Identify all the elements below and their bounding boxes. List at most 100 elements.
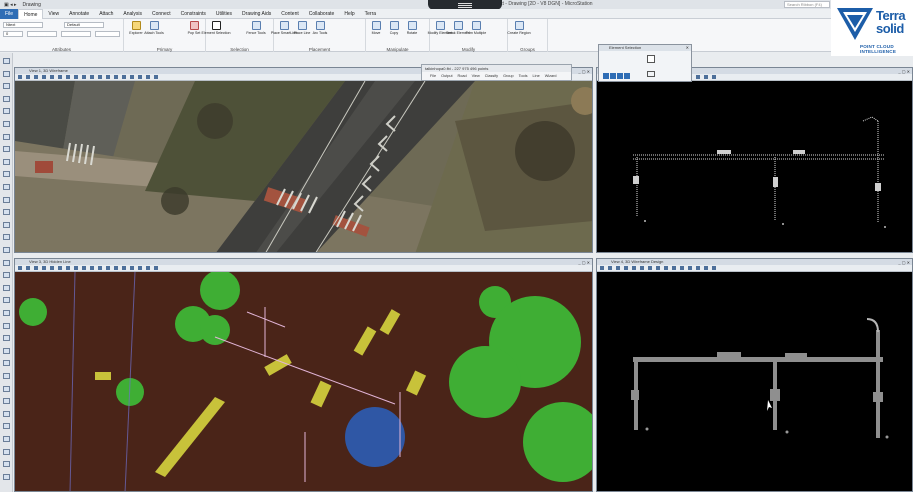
tool-icon[interactable] <box>3 436 10 442</box>
fence-tools-button[interactable]: Fence Tools <box>246 21 266 35</box>
view-tool-icon[interactable] <box>154 266 158 270</box>
tab-help[interactable]: Help <box>339 9 359 19</box>
view-tool-icon[interactable] <box>146 266 150 270</box>
view-tool-icon[interactable] <box>90 266 94 270</box>
terrascan-menu-output[interactable]: Output <box>441 72 452 80</box>
view-tool-icon[interactable] <box>122 75 126 79</box>
view-1[interactable]: View 1, 3D Wireframe _ ▢ ✕ <box>14 67 593 253</box>
attach-tools-button[interactable]: Attach Tools <box>144 21 164 35</box>
view-tool-icon[interactable] <box>122 266 126 270</box>
view-tool-icon[interactable] <box>114 75 118 79</box>
view-canvas[interactable] <box>597 81 912 252</box>
view-tool-icon[interactable] <box>50 75 54 79</box>
pop-set-button[interactable]: Pop Set <box>186 21 202 35</box>
individual-select-icon[interactable] <box>647 55 655 63</box>
view-tool-icon[interactable] <box>42 266 46 270</box>
select-options-icon[interactable] <box>647 71 655 77</box>
tool-icon[interactable] <box>3 398 10 405</box>
tool-icon[interactable] <box>3 158 10 165</box>
view-canvas[interactable] <box>15 81 592 252</box>
tab-attach[interactable]: Attach <box>94 9 118 19</box>
tool-icon[interactable] <box>3 259 10 266</box>
tab-drawing-aids[interactable]: Drawing Aids <box>237 9 276 19</box>
tool-icon[interactable] <box>3 171 10 178</box>
tool-icon[interactable] <box>3 146 10 153</box>
tool-icon[interactable] <box>3 209 10 216</box>
tool-icon[interactable] <box>3 133 10 140</box>
view-tool-icon[interactable] <box>154 75 158 79</box>
ribbon-search-input[interactable]: Search Ribbon (F4) <box>784 1 830 8</box>
tool-icon[interactable] <box>3 423 10 430</box>
element-selection-button[interactable]: Element Selection <box>202 21 230 35</box>
tab-analysis[interactable]: Analysis <box>118 9 147 19</box>
view-tool-icon[interactable] <box>58 266 62 270</box>
view-tool-icon[interactable] <box>34 75 38 79</box>
place-smartline-button[interactable]: Place SmartLine <box>271 21 297 35</box>
view-tool-icon[interactable] <box>82 266 86 270</box>
view-canvas[interactable] <box>597 272 912 491</box>
view-tool-icon[interactable] <box>42 75 46 79</box>
tool-icon[interactable] <box>3 347 10 354</box>
color-combo[interactable] <box>27 31 57 37</box>
tool-icon[interactable] <box>3 83 10 90</box>
view-tool-icon[interactable] <box>26 75 30 79</box>
tool-icon[interactable] <box>3 385 10 392</box>
tool-icon[interactable] <box>3 410 10 417</box>
workflow-selector[interactable]: Drawing <box>23 2 41 8</box>
explorer-button[interactable]: Explorer <box>128 21 144 35</box>
tab-utilities[interactable]: Utilities <box>211 9 237 19</box>
tool-icon[interactable] <box>3 272 10 279</box>
view-tool-icon[interactable] <box>74 75 78 79</box>
tool-icon[interactable] <box>3 335 10 342</box>
transparency-combo[interactable] <box>95 31 120 37</box>
copy-button[interactable]: Copy <box>386 21 402 35</box>
terrascan-menu-group[interactable]: Group <box>503 72 514 80</box>
tool-icon[interactable] <box>3 184 10 190</box>
view-tool-icon[interactable] <box>712 266 716 270</box>
view-tool-icon[interactable] <box>664 266 668 270</box>
view-toolbar[interactable] <box>597 265 912 272</box>
view-tool-icon[interactable] <box>704 266 708 270</box>
view-tool-icon[interactable] <box>98 75 102 79</box>
tab-view[interactable]: View <box>43 9 64 19</box>
tool-icon[interactable] <box>3 234 10 241</box>
view-tool-icon[interactable] <box>696 75 700 79</box>
view-tool-icon[interactable] <box>648 266 652 270</box>
view-tool-icon[interactable] <box>704 75 708 79</box>
view-tool-icon[interactable] <box>130 75 134 79</box>
rotate-button[interactable]: Rotate <box>404 21 420 35</box>
tool-icon[interactable] <box>3 448 10 455</box>
view-tool-icon[interactable] <box>146 75 150 79</box>
view-tool-icon[interactable] <box>34 266 38 270</box>
tool-icon[interactable] <box>3 58 10 64</box>
move-button[interactable]: Move <box>368 21 384 35</box>
terrascan-menu-road[interactable]: Road <box>458 72 467 80</box>
style-combo[interactable]: Default <box>64 22 104 28</box>
break-element-button[interactable]: Break Element <box>446 21 470 35</box>
terrascan-menu-line[interactable]: Line <box>533 72 540 80</box>
close-icon[interactable]: ✕ <box>686 45 689 51</box>
view-tool-icon[interactable] <box>608 266 612 270</box>
tool-icon[interactable] <box>3 196 10 203</box>
view-tool-icon[interactable] <box>66 75 70 79</box>
view-tool-icon[interactable] <box>616 266 620 270</box>
view-tool-icon[interactable] <box>130 266 134 270</box>
tab-file[interactable]: File <box>0 8 19 19</box>
tool-icon[interactable] <box>3 297 10 304</box>
view-tool-icon[interactable] <box>114 266 118 270</box>
view-tool-icon[interactable] <box>98 266 102 270</box>
view-tool-icon[interactable] <box>632 266 636 270</box>
view-tool-icon[interactable] <box>656 266 660 270</box>
tool-icon[interactable] <box>3 473 10 480</box>
view-4[interactable]: View 4, 3D Wireframe Design _ ▢ ✕ <box>596 258 913 492</box>
tab-content[interactable]: Content <box>276 9 304 19</box>
tool-icon[interactable] <box>3 247 10 253</box>
tab-constraints[interactable]: Constraints <box>176 9 211 19</box>
trim-multiple-button[interactable]: Trim Multiple <box>466 21 486 35</box>
view-tool-icon[interactable] <box>696 266 700 270</box>
view-tool-icon[interactable] <box>106 266 110 270</box>
view-tool-icon[interactable] <box>106 75 110 79</box>
mode-buttons[interactable] <box>603 73 643 79</box>
view-2[interactable]: View 2, 3D Wireframe_ ▢ ✕ <box>596 67 913 253</box>
tool-icon[interactable] <box>3 221 10 228</box>
